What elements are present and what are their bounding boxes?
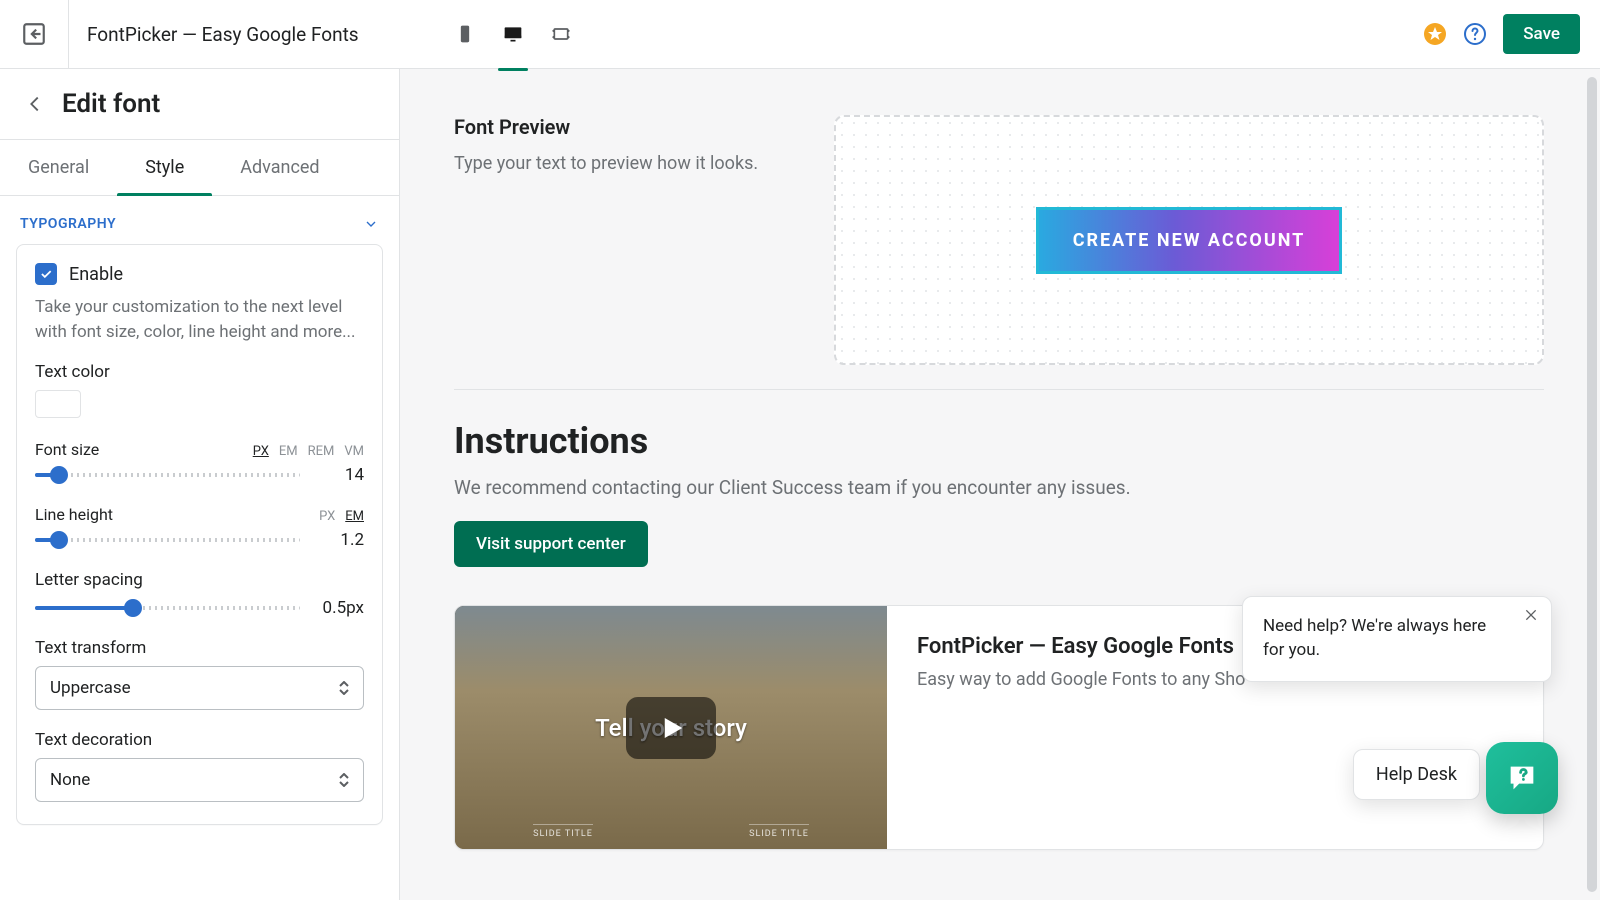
- main-panel: Font Preview Type your text to preview h…: [400, 69, 1600, 900]
- font-size-units: PX EM REM VM: [253, 444, 364, 459]
- help-icon[interactable]: [1463, 22, 1487, 46]
- select-caret-icon: [339, 681, 349, 695]
- typography-card: Enable Take your customization to the ne…: [16, 244, 383, 825]
- toast-close-button[interactable]: [1523, 607, 1539, 623]
- font-size-label: Font size: [35, 440, 99, 459]
- visit-support-button[interactable]: Visit support center: [454, 521, 648, 567]
- fullscreen-view-button[interactable]: [550, 23, 572, 45]
- unit-rem[interactable]: REM: [308, 444, 335, 459]
- expand-icon: [551, 24, 571, 44]
- divider: [454, 389, 1544, 390]
- lh-unit-px[interactable]: PX: [319, 509, 335, 524]
- sidebar-tabs: General Style Advanced: [0, 139, 399, 196]
- font-preview-canvas[interactable]: CREATE NEW ACCOUNT: [834, 115, 1544, 365]
- font-preview-title: Font Preview: [454, 115, 794, 139]
- chevron-down-icon: [363, 216, 379, 232]
- select-caret-icon: [339, 773, 349, 787]
- line-height-value: 1.2: [314, 530, 364, 550]
- text-transform-value: Uppercase: [50, 678, 131, 698]
- star-icon[interactable]: [1423, 22, 1447, 46]
- video-thumbnail[interactable]: RoarTheme FontPicker - H… Tell your stor…: [455, 606, 887, 849]
- unit-vm[interactable]: VM: [344, 444, 364, 459]
- letter-spacing-value: 0.5px: [314, 598, 364, 618]
- letter-spacing-label: Letter spacing: [35, 570, 364, 590]
- unit-em[interactable]: EM: [279, 444, 298, 459]
- top-bar: FontPicker — Easy Google Fonts Save: [0, 0, 1600, 69]
- settings-sidebar: Edit font General Style Advanced TYPOGRA…: [0, 69, 400, 900]
- text-color-swatch[interactable]: [35, 390, 81, 418]
- desktop-view-button[interactable]: [502, 23, 524, 45]
- line-height-slider[interactable]: [35, 532, 300, 548]
- exit-icon: [21, 21, 47, 47]
- unit-px[interactable]: PX: [253, 444, 269, 459]
- play-button[interactable]: [626, 697, 716, 759]
- exit-button[interactable]: [0, 0, 69, 69]
- help-fab-button[interactable]: [1486, 742, 1558, 814]
- text-color-label: Text color: [35, 362, 364, 382]
- main-scrollbar[interactable]: [1587, 77, 1597, 892]
- line-height-units: PX EM: [319, 509, 364, 524]
- enable-label: Enable: [69, 264, 123, 285]
- device-switcher: [454, 23, 572, 45]
- text-decoration-value: None: [50, 770, 90, 790]
- letter-spacing-slider[interactable]: [35, 600, 300, 616]
- enable-description: Take your customization to the next leve…: [35, 295, 364, 344]
- tab-style[interactable]: Style: [117, 140, 212, 195]
- preview-sample-button: CREATE NEW ACCOUNT: [1036, 207, 1343, 274]
- instructions-subtitle: We recommend contacting our Client Succe…: [454, 476, 1544, 499]
- text-transform-label: Text transform: [35, 638, 364, 658]
- instructions-title: Instructions: [454, 420, 1544, 462]
- mobile-view-button[interactable]: [454, 23, 476, 45]
- text-decoration-label: Text decoration: [35, 730, 364, 750]
- line-height-label: Line height: [35, 505, 113, 524]
- typography-section-label: TYPOGRAPHY: [20, 216, 116, 232]
- back-arrow-icon[interactable]: [24, 93, 46, 115]
- save-button[interactable]: Save: [1503, 14, 1580, 54]
- check-icon: [39, 267, 53, 281]
- tab-general[interactable]: General: [0, 140, 117, 195]
- slide-label-b: SLIDE TITLE: [749, 824, 809, 839]
- typography-section-header[interactable]: TYPOGRAPHY: [16, 212, 383, 244]
- text-decoration-select[interactable]: None: [35, 758, 364, 802]
- help-desk-label: Help Desk: [1376, 764, 1457, 785]
- font-preview-subtitle: Type your text to preview how it looks.: [454, 153, 794, 174]
- font-size-value: 14: [314, 465, 364, 485]
- mobile-icon: [455, 24, 475, 44]
- slide-label-a: SLIDE TITLE: [533, 824, 593, 839]
- play-icon: [656, 713, 686, 743]
- close-icon: [1523, 607, 1539, 623]
- enable-checkbox[interactable]: [35, 263, 57, 285]
- sidebar-title: Edit font: [62, 89, 160, 119]
- chat-help-icon: [1505, 761, 1539, 795]
- lh-unit-em[interactable]: EM: [345, 509, 364, 524]
- font-size-slider[interactable]: [35, 467, 300, 483]
- desktop-icon: [503, 24, 523, 44]
- help-toast: Need help? We're always here for you.: [1242, 596, 1552, 682]
- app-title: FontPicker — Easy Google Fonts: [87, 23, 359, 46]
- tab-advanced[interactable]: Advanced: [212, 140, 347, 195]
- help-toast-text: Need help? We're always here for you.: [1263, 616, 1486, 660]
- help-desk-button[interactable]: Help Desk: [1353, 749, 1480, 800]
- text-transform-select[interactable]: Uppercase: [35, 666, 364, 710]
